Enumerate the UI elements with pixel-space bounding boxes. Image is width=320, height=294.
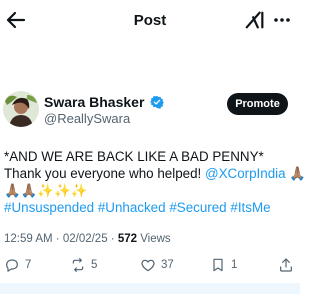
verified-badge-icon (150, 95, 164, 109)
bookmark-button[interactable]: 1 (210, 256, 237, 274)
reply-composer-strip[interactable] (0, 283, 300, 294)
top-bar: Post (0, 0, 300, 44)
share-button[interactable] (278, 256, 299, 274)
views-label: Views (137, 233, 171, 245)
heart-icon (141, 259, 155, 272)
more-icon[interactable] (272, 10, 292, 30)
meta-separator: · (107, 233, 118, 245)
tweet-date[interactable]: 02/02/25 (63, 233, 108, 245)
repost-icon (72, 258, 84, 272)
like-button[interactable]: 37 (140, 256, 174, 274)
views-count: 572 (117, 233, 138, 245)
pray-emoji: 🙏🏽 (285, 166, 306, 181)
promote-button[interactable]: Promote (227, 93, 288, 115)
reply-button[interactable]: 7 (4, 256, 31, 274)
bookmark-count: 1 (231, 259, 238, 271)
repost-count: 5 (91, 259, 98, 271)
meta-separator: · (52, 233, 63, 245)
mention-link[interactable]: @XCorpIndia (205, 166, 286, 181)
author-handle[interactable]: @ReallySwara (44, 111, 130, 126)
hashtag-link[interactable]: #Unhacked (98, 200, 166, 215)
reply-count: 7 (25, 259, 32, 271)
grok-icon[interactable] (244, 9, 266, 31)
tweet-line-3: 🙏🏽🙏🏽✨✨✨ (4, 183, 88, 198)
tweet-line-2: Thank you everyone who helped! @XCorpInd… (4, 165, 306, 182)
bookmark-icon (213, 258, 223, 272)
like-count: 37 (161, 259, 174, 271)
thanks-text: Thank you everyone who helped! (4, 166, 205, 181)
share-icon (280, 258, 292, 272)
repost-button[interactable]: 5 (70, 256, 97, 274)
action-bar: 7 5 37 1 (0, 256, 300, 276)
tweet-line-1: *AND WE ARE BACK LIKE A BAD PENNY* (4, 149, 264, 164)
hashtag-link[interactable]: #Unsuspended (4, 200, 94, 215)
hashtag-link[interactable]: #ItsMe (230, 200, 270, 215)
tweet-time[interactable]: 12:59 AM (4, 233, 53, 245)
avatar[interactable] (3, 91, 39, 127)
tweet-meta: 12:59 AM · 02/02/25 · 572 Views (4, 233, 171, 245)
hashtag-line: #Unsuspended #Unhacked #Secured #ItsMe (4, 199, 296, 216)
reply-icon (6, 259, 18, 272)
hashtag-link[interactable]: #Secured (169, 200, 226, 215)
tweet-text: *AND WE ARE BACK LIKE A BAD PENNY* Thank… (4, 148, 306, 216)
author-name[interactable]: Swara Bhasker (44, 94, 144, 110)
